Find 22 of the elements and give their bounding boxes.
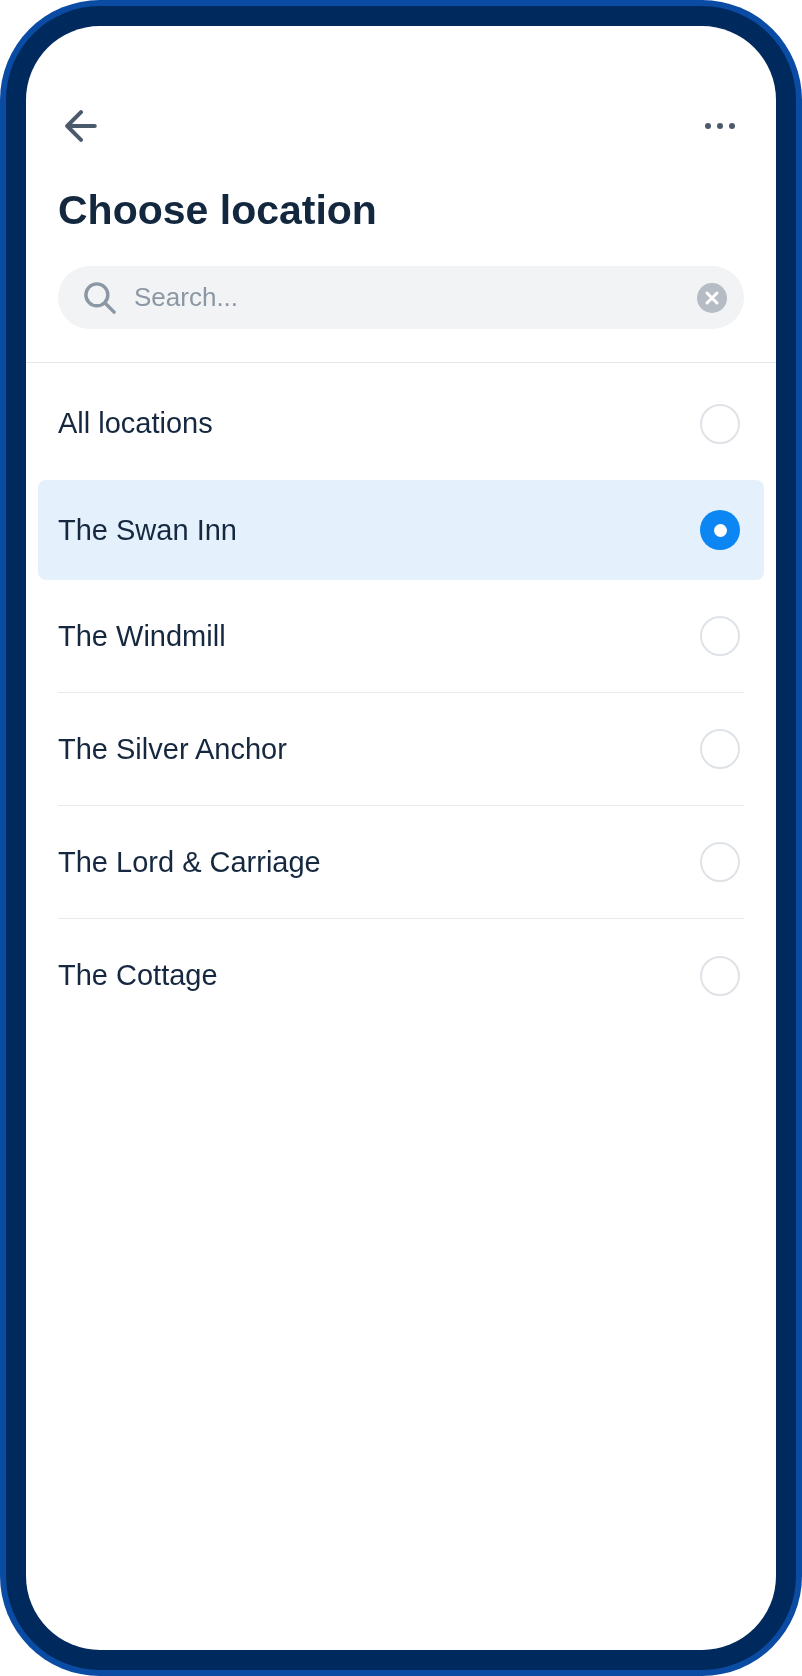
radio-button[interactable]	[700, 955, 740, 996]
search-icon	[84, 281, 116, 314]
location-option[interactable]: The Swan Inn	[38, 480, 764, 580]
radio-button[interactable]	[700, 616, 740, 656]
location-option[interactable]: The Windmill	[58, 580, 744, 693]
radio-button[interactable]	[700, 842, 740, 882]
location-option[interactable]: The Silver Anchor	[58, 693, 744, 806]
more-icon	[705, 123, 735, 129]
search-input[interactable]: Search...	[134, 282, 679, 313]
search-field[interactable]: Search...	[58, 266, 744, 329]
radio-button[interactable]	[700, 403, 740, 444]
page-title: Choose location	[58, 186, 377, 234]
location-option[interactable]: The Lord & Carriage	[58, 806, 744, 919]
more-button[interactable]	[705, 123, 735, 129]
back-arrow-icon	[65, 110, 97, 142]
back-button[interactable]	[65, 110, 97, 142]
location-option[interactable]: All locations	[58, 367, 744, 480]
location-option[interactable]: The Cottage	[58, 919, 744, 1032]
clear-icon	[697, 282, 727, 313]
radio-button[interactable]	[700, 729, 740, 769]
clear-button[interactable]	[697, 282, 727, 313]
radio-button[interactable]	[700, 510, 740, 550]
